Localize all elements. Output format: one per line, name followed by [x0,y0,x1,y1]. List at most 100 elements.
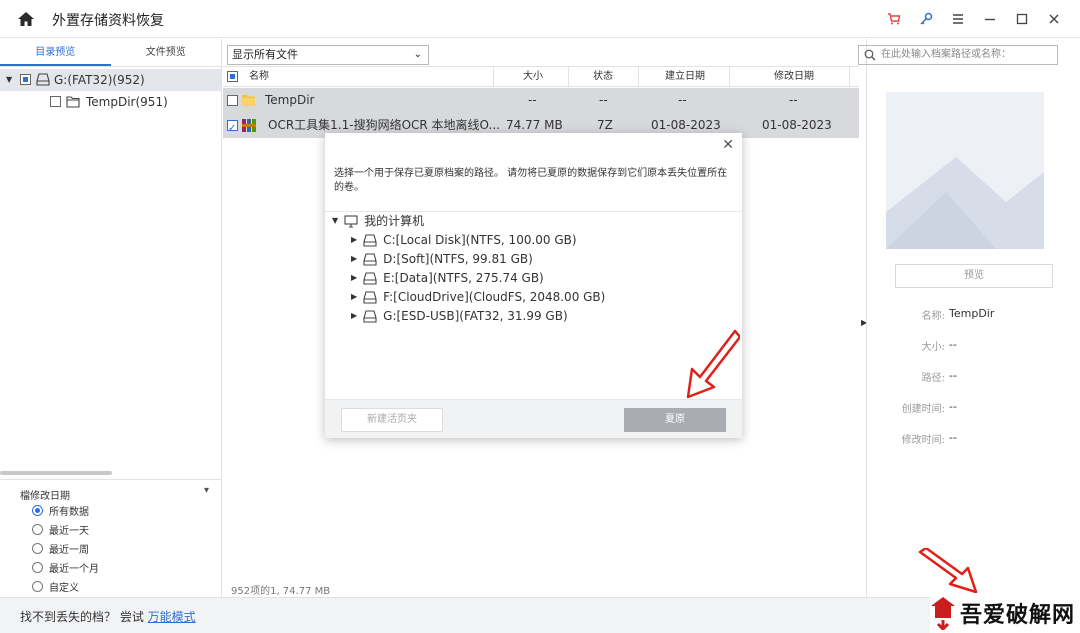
caret-down-icon[interactable]: ▼ [6,69,12,91]
radio-button[interactable] [32,542,43,554]
view-filter-select[interactable]: 显示所有文件 ⌄ [227,45,429,65]
select-all-checkbox[interactable] [227,71,238,82]
status-summary: 952项的1, 74.77 MB [231,586,331,597]
file-modified: 01-08-2023 [762,118,832,132]
cart-icon [888,13,901,25]
radio-button[interactable] [32,504,43,516]
watermark-logo-icon [931,597,955,630]
radio-label: 最近一个月 [49,563,99,575]
filter-title: 檔修改日期 [20,491,70,502]
info-size: 大小: -- [921,338,957,353]
search-input[interactable]: 在此处输入档案路径或名称： [858,45,1058,65]
preview-button[interactable]: 预览 [895,264,1053,288]
caret-right-icon[interactable]: ▶ [351,269,357,287]
info-name: 名称: TempDir [921,307,995,322]
radio-button[interactable] [32,523,43,535]
preview-thumbnail [886,92,1044,249]
tree-item-label: 我的计算机 [364,214,425,228]
tree-item-label: TempDir(951) [86,95,168,109]
radio-button[interactable] [32,580,43,592]
column-header-size[interactable]: 大小 [523,67,543,87]
menu-button[interactable] [942,6,974,32]
dialog-footer: 新建活页夹 夏原 [325,399,742,438]
tab-directory-preview[interactable]: 目录预览 [0,39,111,66]
watermark-text: 吾爱破解网 [960,602,1076,628]
tree-item-label: G:[ESD-USB](FAT32, 31.99 GB) [383,309,568,323]
drive-icon [363,309,377,323]
radio-button[interactable] [32,561,43,573]
file-modified: -- [789,93,798,107]
column-header-modified[interactable]: 修改日期 [774,67,814,87]
home-icon[interactable] [17,10,35,28]
universal-mode-link[interactable]: 万能模式 [148,610,196,624]
tree-item-drive-e[interactable]: ▶ E:[Data](NTFS, 275.74 GB) [351,269,544,287]
cart-button[interactable] [878,6,910,32]
row-checkbox[interactable] [227,95,238,106]
destination-tree: ▼ 我的计算机 ▶ C:[Local Disk](NTFS, 100.00 GB… [325,211,742,399]
tree-item-drive-g[interactable]: ▶ G:[ESD-USB](FAT32, 31.99 GB) [351,307,568,325]
file-status: -- [599,93,608,107]
license-key-button[interactable] [910,6,942,32]
tree-item-drive-f[interactable]: ▶ F:[CloudDrive](CloudFS, 2048.00 GB) [351,288,605,306]
radio-custom[interactable]: 自定义 [32,578,79,594]
tree-checkbox-tempdir[interactable] [50,96,61,107]
radio-last-day[interactable]: 最近一天 [32,521,89,537]
radio-all-data[interactable]: 所有数据 [32,502,89,518]
close-window-button[interactable] [1038,6,1070,32]
title-bar: 外置存储资料恢复 [0,0,1080,38]
tree-item-label: F:[CloudDrive](CloudFS, 2048.00 GB) [383,290,606,304]
details-panel: 在此处输入档案路径或名称： 预览 名称: TempDir 大小: -- 路径: … [858,39,1080,597]
tree-item-drive-c[interactable]: ▶ C:[Local Disk](NTFS, 100.00 GB) [351,231,577,249]
caret-down-icon[interactable]: ▼ [332,212,338,230]
date-filter-panel: 檔修改日期 ▾ 所有数据 最近一天 最近一周 最近一个月 自定义 [0,479,222,597]
dialog-close-icon[interactable]: ✕ [722,137,734,153]
caret-right-icon[interactable]: ▶ [351,250,357,268]
table-row[interactable]: TempDir -- -- -- -- [223,88,859,113]
watermark: 吾爱破解网 [930,593,1080,633]
file-name: TempDir [265,93,315,107]
row-checkbox[interactable] [227,116,238,141]
tree-item-label: E:[Data](NTFS, 275.74 GB) [383,271,544,285]
dialog-message: 选择一个用于保存已夏原档案的路径。 请勿将已夏原的数据保存到它们原本丢失位置所在… [334,168,728,193]
column-header-created[interactable]: 建立日期 [665,67,705,87]
chevron-down-icon[interactable]: ▾ [204,485,209,496]
radio-label: 自定义 [49,582,79,594]
caret-right-icon[interactable]: ▶ [351,307,357,325]
red-arrow-annotation-icon [686,329,740,399]
radio-last-month[interactable]: 最近一个月 [32,559,99,575]
tree-item-label: D:[Soft](NTFS, 99.81 GB) [383,252,533,266]
tab-file-preview[interactable]: 文件预览 [111,39,222,66]
bottom-prompt-text: 找不到丢失的档？ 尝试 [20,610,148,624]
maximize-button[interactable] [1006,6,1038,32]
file-created: -- [678,93,687,107]
tree-item-drive-d[interactable]: ▶ D:[Soft](NTFS, 99.81 GB) [351,250,533,268]
horizontal-scrollbar[interactable] [0,471,112,475]
save-location-dialog: ✕ 选择一个用于保存已夏原档案的路径。 请勿将已夏原的数据保存到它们原本丢失位置… [325,133,742,438]
recover-button[interactable]: 夏原 [624,408,726,432]
select-value: 显示所有文件 [232,48,298,61]
search-icon [864,49,876,61]
tree-item-drive-g[interactable]: ▼ G:(FAT32)(952) [0,69,221,91]
column-header-status[interactable]: 状态 [593,67,613,87]
tree-checkbox-drive-g[interactable] [20,74,31,85]
archive-icon [242,119,256,132]
red-arrow-annotation-icon [918,548,978,594]
minimize-button[interactable] [974,6,1006,32]
tree-item-tempdir[interactable]: TempDir(951) [0,91,221,113]
info-created: 创建时间: -- [901,400,957,415]
tree-item-label: G:(FAT32)(952) [54,73,145,87]
caret-right-icon[interactable]: ▶ [351,231,357,249]
bottom-prompt: 找不到丢失的档？ 尝试 万能模式 [20,608,196,625]
image-placeholder-icon [886,157,1044,249]
key-icon [920,12,933,25]
new-folder-button[interactable]: 新建活页夹 [341,408,443,432]
caret-right-icon[interactable]: ▶ [351,288,357,306]
menu-icon [953,14,963,24]
radio-last-week[interactable]: 最近一周 [32,540,89,556]
app-title: 外置存储资料恢复 [52,13,164,29]
search-placeholder: 在此处输入档案路径或名称： [881,49,1011,60]
column-header-name[interactable]: 名称 [249,67,269,87]
tree-item-my-computer[interactable]: ▼ 我的计算机 [332,212,424,230]
drive-icon [363,252,377,266]
radio-label: 最近一天 [49,525,89,537]
